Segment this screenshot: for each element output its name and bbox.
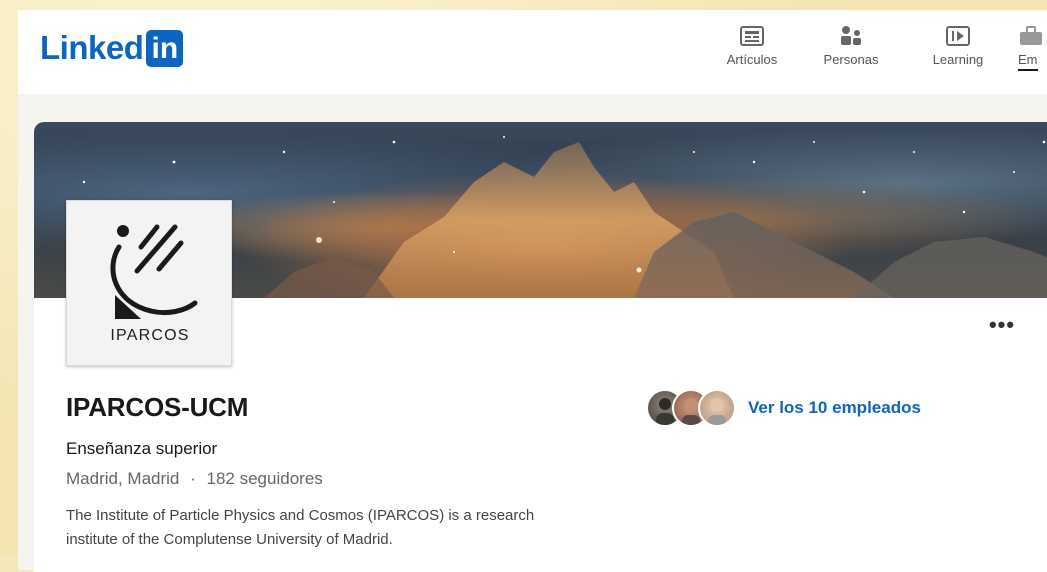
company-logo-text: IPARCOS: [110, 327, 190, 344]
company-industry: Enseñanza superior: [66, 439, 218, 458]
nav-people[interactable]: Personas: [811, 24, 891, 67]
nav-articles[interactable]: Artículos: [712, 24, 792, 67]
company-location: Madrid, Madrid: [66, 469, 180, 488]
nav-learning[interactable]: Learning: [918, 24, 998, 67]
linkedin-page: Linked in Artículos Personas Learning Em…: [18, 10, 1047, 572]
people-icon: [841, 26, 861, 45]
company-name: IPARCOS-UCM: [66, 392, 249, 422]
nav-jobs[interactable]: Em: [1018, 24, 1047, 71]
company-card: IPARCOS ••• IPARCOS-UCM Enseñanza superi…: [34, 122, 1047, 572]
company-meta: Madrid, Madrid · 182 seguidores: [66, 469, 323, 489]
company-description: The Institute of Particle Physics and Co…: [66, 507, 535, 548]
employees-link-text[interactable]: Ver los 10 empleados: [748, 398, 921, 418]
employees-link[interactable]: Ver los 10 empleados: [646, 386, 921, 430]
company-followers: 182 seguidores: [206, 469, 323, 488]
iparcos-emblem-icon: [110, 224, 198, 319]
nav-jobs-label: Em: [1018, 52, 1038, 71]
jobs-icon: [1020, 26, 1042, 45]
nav-learning-label: Learning: [932, 52, 984, 67]
logo-wordmark: Linked: [40, 29, 144, 66]
employee-avatar: [698, 389, 736, 427]
nav-articles-label: Artículos: [726, 52, 778, 67]
company-logo[interactable]: IPARCOS: [66, 200, 232, 366]
more-options-button[interactable]: •••: [984, 314, 1020, 340]
articles-icon: [740, 26, 764, 46]
learning-icon: [946, 26, 970, 46]
logo-badge: in: [146, 29, 184, 67]
nav-people-label: Personas: [823, 52, 879, 67]
linkedin-logo[interactable]: Linked in: [40, 28, 184, 68]
top-navigation: Linked in Artículos Personas Learning Em: [18, 10, 1047, 94]
meta-separator: ·: [190, 469, 196, 488]
